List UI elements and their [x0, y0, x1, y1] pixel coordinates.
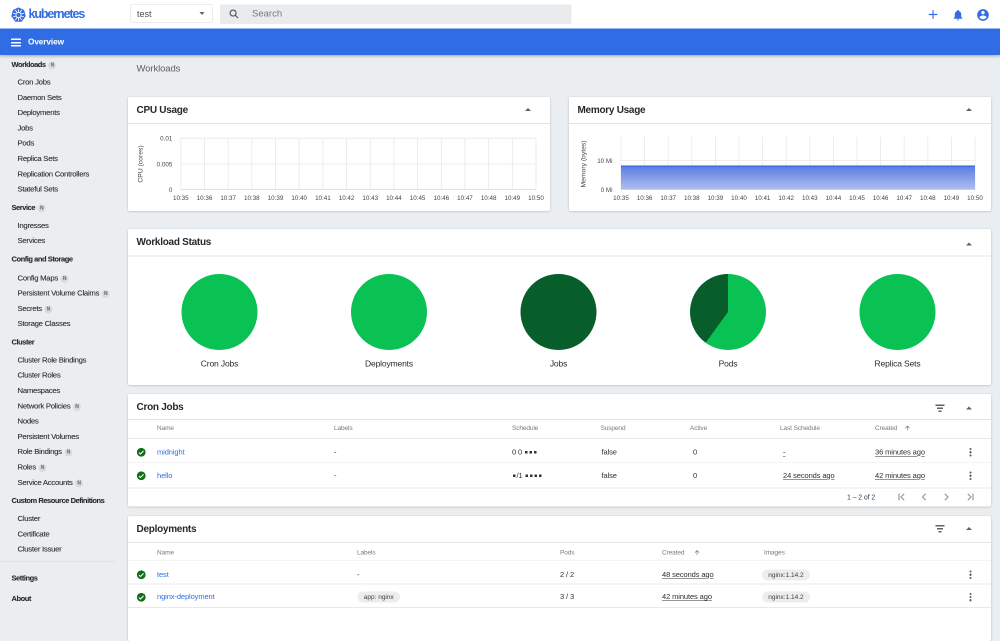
svg-text:10:50: 10:50: [967, 195, 983, 202]
svg-text:10:45: 10:45: [410, 195, 426, 202]
svg-text:10:38: 10:38: [244, 195, 260, 202]
svg-text:10:43: 10:43: [362, 195, 378, 202]
svg-text:10:40: 10:40: [731, 195, 747, 202]
svg-text:10 Mi: 10 Mi: [597, 158, 612, 165]
svg-text:10:36: 10:36: [197, 195, 213, 202]
svg-text:10:44: 10:44: [386, 195, 402, 202]
svg-text:0 Mi: 0 Mi: [601, 187, 613, 194]
svg-text:10:42: 10:42: [778, 195, 794, 202]
svg-text:10:50: 10:50: [528, 195, 544, 202]
svg-text:Memory (bytes): Memory (bytes): [581, 141, 588, 188]
svg-text:10:36: 10:36: [637, 195, 653, 202]
svg-text:0: 0: [169, 187, 173, 194]
svg-text:10:41: 10:41: [755, 195, 771, 202]
svg-text:10:35: 10:35: [173, 195, 189, 202]
svg-text:10:49: 10:49: [944, 195, 960, 202]
svg-text:10:42: 10:42: [339, 195, 355, 202]
svg-text:10:45: 10:45: [849, 195, 865, 202]
svg-text:10:39: 10:39: [708, 195, 724, 202]
svg-text:10:38: 10:38: [684, 195, 700, 202]
svg-text:0.005: 0.005: [157, 162, 173, 169]
svg-text:10:46: 10:46: [873, 195, 889, 202]
svg-text:CPU (cores): CPU (cores): [138, 145, 145, 182]
svg-text:10:47: 10:47: [896, 195, 912, 202]
svg-text:10:39: 10:39: [268, 195, 284, 202]
svg-text:10:37: 10:37: [220, 195, 236, 202]
svg-text:10:49: 10:49: [504, 195, 520, 202]
svg-text:10:40: 10:40: [291, 195, 307, 202]
svg-text:10:37: 10:37: [660, 195, 676, 202]
svg-text:10:35: 10:35: [613, 195, 629, 202]
svg-text:10:43: 10:43: [802, 195, 818, 202]
svg-text:10:48: 10:48: [920, 195, 936, 202]
svg-text:10:48: 10:48: [481, 195, 497, 202]
svg-text:10:44: 10:44: [826, 195, 842, 202]
svg-text:10:46: 10:46: [433, 195, 449, 202]
svg-text:10:47: 10:47: [457, 195, 473, 202]
svg-text:0.01: 0.01: [160, 136, 173, 143]
svg-text:10:41: 10:41: [315, 195, 331, 202]
